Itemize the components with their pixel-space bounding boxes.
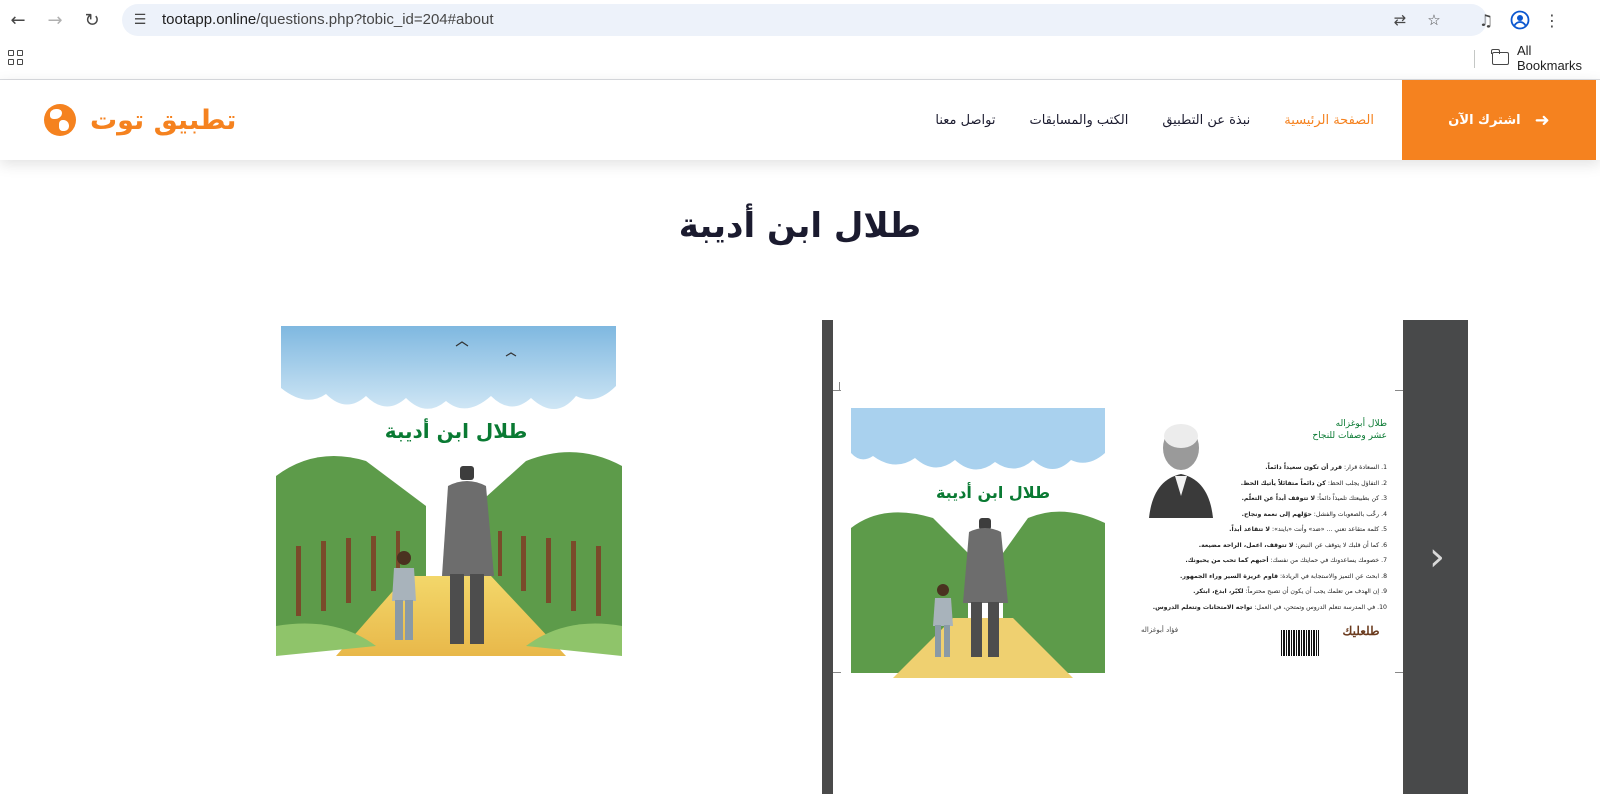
bookmark-star-icon[interactable]: ☆ xyxy=(1424,10,1444,30)
media-controls-icon[interactable]: ♫ xyxy=(1474,8,1498,32)
bookmarks-bar: All Bookmarks xyxy=(0,42,1600,74)
main-menu: الصفحة الرئيسية نبذة عن التطبيق الكتب وا… xyxy=(935,80,1374,160)
menu-item-books[interactable]: الكتب والمسابقات xyxy=(1029,113,1128,128)
browser-chrome: ← → ↻ ☰ tootapp.online/questions.php?tob… xyxy=(0,0,1600,80)
reload-icon[interactable]: ↻ xyxy=(80,8,104,32)
page-title: طلال ابن أديبة xyxy=(678,206,922,246)
brand-logo[interactable]: تطبيق توت xyxy=(44,100,236,140)
profile-icon[interactable] xyxy=(1508,8,1532,32)
crop-mark xyxy=(839,382,840,390)
brand-name: تطبيق توت xyxy=(90,104,237,136)
apps-grid-icon[interactable] xyxy=(6,48,26,68)
all-bookmarks-button[interactable]: All Bookmarks xyxy=(1491,43,1600,73)
subscribe-label: اشترك الآن xyxy=(1448,112,1521,128)
carousel-next-button[interactable]: › xyxy=(1406,320,1468,794)
back-icon[interactable]: ← xyxy=(6,8,30,32)
tip-item: 2. التفاؤل يجلب الحظ: كن دائماً متفائلاً… xyxy=(1240,479,1387,487)
folder-icon xyxy=(1491,48,1509,65)
tip-item: 9. إن الهدف من تعلمك يجب أن يكون أن تصبح… xyxy=(1193,588,1387,595)
url-text[interactable]: tootapp.online/questions.php?tobic_id=20… xyxy=(162,11,494,28)
tip-item: 6. كما أن قلبك لا يتوقف عن النبض: لا تتو… xyxy=(1198,541,1387,549)
tip-item: 8. ابحث عن التميز والاستجابة في الريادة:… xyxy=(1180,572,1387,580)
back-cover: طلال أبوغزاله عشر وصفات للنجاح 1. السعاد… xyxy=(1133,398,1393,694)
arrow-right-icon: ➜ xyxy=(1534,109,1550,131)
site-header: اشترك الآن ➜ الصفحة الرئيسية نبذة عن الت… xyxy=(0,80,1600,160)
book-cover-image: طلال ابن أديبة xyxy=(276,326,622,656)
carousel-slide: طلال ابن أديبة طلال أبوغزاله عشر وصفات ل… xyxy=(833,320,1403,794)
bookmarks-separator xyxy=(1474,50,1475,68)
menu-item-home[interactable]: الصفحة الرئيسية xyxy=(1284,113,1374,128)
menu-kebab-icon[interactable]: ⋮ xyxy=(1540,8,1564,32)
chevron-right-icon: › xyxy=(1429,534,1445,580)
subscribe-button[interactable]: اشترك الآن ➜ xyxy=(1402,80,1596,160)
front-cover-thumb: طلال ابن أديبة xyxy=(851,408,1105,678)
site-info-icon[interactable]: ☰ xyxy=(130,10,150,30)
crop-mark xyxy=(1395,672,1403,673)
tip-item: 1. السعادة قرار: قرر أن تكون سعيداً دائم… xyxy=(1265,464,1387,471)
all-bookmarks-label: All Bookmarks xyxy=(1516,43,1583,73)
back-cover-author: فؤاد أبوغزاله xyxy=(1141,626,1179,634)
success-tips-list: 1. السعادة قرار: قرر أن تكون سعيداً دائم… xyxy=(1147,460,1387,615)
tip-item: 5. كلمة متقاعد تعني ... «ضد» وأنت «بايند… xyxy=(1229,526,1387,533)
barcode xyxy=(1281,630,1319,656)
crop-mark xyxy=(833,672,841,673)
crop-mark xyxy=(833,390,841,391)
tip-item: 10. في المدرسة تتعلم الدروس وتمتحن، في ا… xyxy=(1152,603,1387,611)
tip-item: 7. خصومك يساعدونك في حمايتك من نفسك: أحب… xyxy=(1185,557,1387,564)
forward-icon[interactable]: → xyxy=(43,8,67,32)
publisher-logo: طلعليك xyxy=(1342,624,1380,638)
front-cover-title: طلال ابن أديبة xyxy=(936,482,1050,502)
back-cover-title: طلال أبوغزاله عشر وصفات للنجاح xyxy=(1312,419,1387,441)
menu-item-about[interactable]: نبذة عن التطبيق xyxy=(1162,113,1250,128)
tip-item: 3. كن بطبيعتك تلميذاً دائماً: لا تتوقف أ… xyxy=(1241,495,1387,502)
translate-icon[interactable]: ⇄ xyxy=(1390,10,1410,30)
address-bar[interactable]: ☰ tootapp.online/questions.php?tobic_id=… xyxy=(122,4,1487,36)
book-spread-image: طلال ابن أديبة طلال أبوغزاله عشر وصفات ل… xyxy=(843,398,1389,694)
menu-item-contact[interactable]: تواصل معنا xyxy=(935,113,995,128)
globe-icon xyxy=(44,104,76,136)
cover-title: طلال ابن أديبة xyxy=(385,417,528,443)
book-carousel: طلال ابن أديبة طلال أبوغزاله عشر وصفات ل… xyxy=(822,320,1468,794)
crop-mark xyxy=(1395,390,1403,391)
tip-item: 4. رحِّب بالصعوبات والفشل: حوّلهم إلى نع… xyxy=(1241,510,1387,518)
